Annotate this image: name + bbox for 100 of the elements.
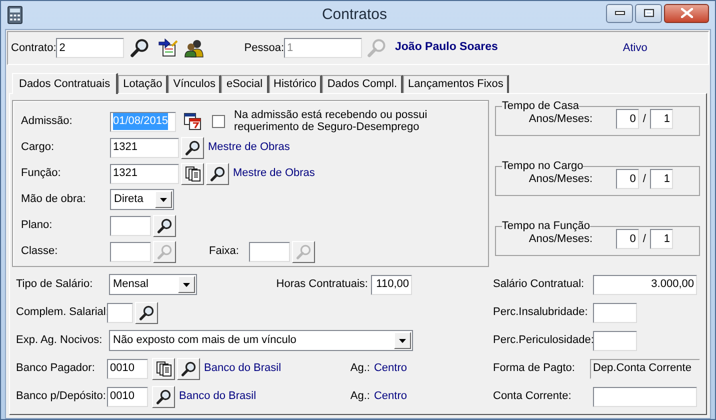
search-button[interactable]	[206, 162, 229, 184]
input-field[interactable]	[593, 386, 697, 406]
documents-icon	[184, 166, 200, 182]
field-label: Horas Contratuais:	[276, 277, 368, 292]
field-label: Plano:	[21, 218, 54, 234]
minimize-icon	[614, 11, 624, 15]
caret-icon	[399, 338, 406, 342]
field-label: Conta Corrente:	[493, 389, 572, 404]
input-field[interactable]: 1	[650, 229, 673, 249]
field-label: Anos/Meses:	[528, 232, 594, 247]
list-button[interactable]	[181, 162, 204, 184]
calculator-icon	[7, 6, 23, 24]
search-icon	[180, 360, 196, 376]
group-title: Tempo de Casa	[502, 100, 579, 112]
field-label: Banco p/Depósito:	[16, 389, 107, 404]
field-label: Classe:	[21, 244, 59, 260]
caret-icon	[183, 282, 190, 286]
minimize-button[interactable]	[606, 4, 633, 22]
search-icon	[156, 244, 172, 260]
separator-text: /	[642, 172, 646, 187]
input-field[interactable]	[107, 302, 133, 322]
link-text[interactable]: Mestre de Obras	[233, 165, 315, 182]
input-field[interactable]: 110,00	[371, 274, 412, 294]
input-field[interactable]	[110, 242, 151, 262]
status-text: Ativo	[622, 40, 648, 56]
input-field[interactable]: 1321	[110, 164, 179, 184]
input-field[interactable]: 0010	[107, 386, 148, 406]
search-icon	[138, 304, 154, 320]
input-field[interactable]	[110, 216, 151, 236]
search-button[interactable]	[181, 136, 204, 158]
input-field[interactable]	[249, 242, 290, 262]
dropdown[interactable]: Não exposto com mais de um vínculo	[109, 330, 413, 351]
maximize-icon	[644, 9, 654, 17]
link-text[interactable]: Mestre de Obras	[208, 139, 290, 156]
input-field[interactable]	[593, 330, 637, 350]
tab[interactable]: eSocial	[221, 75, 269, 93]
person-name: João Paulo Soares	[395, 40, 498, 56]
tab[interactable]: Lançamentos Fixos	[403, 75, 510, 93]
field-label: Ag.:	[350, 389, 370, 404]
search-button[interactable]	[153, 214, 176, 236]
search-icon	[296, 244, 312, 260]
search-button[interactable]	[152, 386, 175, 408]
maximize-button[interactable]	[635, 4, 662, 22]
field-label: Forma de Pagto:	[493, 361, 576, 376]
field-label: Pessoa:	[244, 40, 284, 56]
input-field[interactable]: 2	[56, 38, 124, 58]
link-text[interactable]: Centro	[374, 388, 407, 405]
documents-icon	[156, 360, 172, 376]
list-button[interactable]	[152, 358, 175, 380]
link-text[interactable]: Centro	[374, 360, 407, 377]
field-label: Complem. Salarial:	[16, 305, 107, 320]
search-icon[interactable]	[130, 38, 150, 58]
search-icon	[156, 388, 172, 404]
field-label: Ag.:	[350, 361, 370, 376]
field-label: Contrato:	[11, 40, 56, 56]
checkbox[interactable]	[212, 115, 225, 128]
readonly-field: Dep.Conta Corrente	[590, 358, 700, 378]
input-field[interactable]: 1	[650, 109, 673, 129]
tab[interactable]: Histórico	[268, 75, 322, 93]
window-title: Contratos	[320, 5, 388, 25]
tab[interactable]: Vínculos	[168, 75, 222, 93]
field-label: Anos/Meses:	[528, 172, 594, 187]
close-button[interactable]	[664, 4, 709, 22]
field-label: Anos/Meses:	[528, 112, 594, 127]
search-button[interactable]	[135, 302, 158, 324]
field-label: Exp. Ag. Nocivos:	[16, 333, 104, 348]
input-field[interactable]: 0	[616, 169, 639, 189]
link-text[interactable]: Banco do Brasil	[204, 360, 282, 377]
group-title: Tempo na Função	[502, 220, 590, 232]
tab[interactable]: Dados Contratuais	[12, 73, 118, 94]
field-label: Perc.Insalubridade:	[493, 305, 589, 320]
dropdown[interactable]: Mensal	[109, 274, 197, 295]
search-icon	[210, 166, 226, 182]
dropdown[interactable]: Direta	[110, 189, 174, 210]
field-label: Função:	[21, 166, 62, 182]
search-icon	[184, 140, 200, 156]
input-field[interactable]: 1321	[110, 138, 179, 158]
field-label: Mão de obra:	[21, 192, 87, 208]
input-field[interactable]: 0	[616, 229, 639, 249]
link-text[interactable]: Banco do Brasil	[179, 388, 256, 405]
input-field[interactable]: 0010	[107, 358, 148, 378]
input-field[interactable]: 3.000,00	[593, 274, 697, 294]
caret-icon	[160, 198, 167, 202]
field-label: Tipo de Salário:	[16, 277, 94, 292]
people-icon[interactable]	[184, 38, 204, 58]
field-label: Banco Pagador:	[16, 361, 96, 376]
input-field[interactable]	[593, 302, 637, 322]
calendar-icon[interactable]	[184, 113, 201, 130]
input-field[interactable]: 0	[616, 109, 639, 129]
field-label: Faixa:	[209, 244, 240, 260]
separator-text: /	[642, 232, 646, 247]
separator-text: /	[642, 112, 646, 127]
document-arrow-icon[interactable]	[158, 38, 178, 58]
input-field[interactable]: 1	[650, 169, 673, 189]
field-label: Admissão:	[21, 114, 74, 130]
search-button[interactable]	[177, 358, 200, 380]
tab[interactable]: Dados Compl.	[322, 75, 404, 93]
group-title: Tempo no Cargo	[502, 160, 584, 172]
search-icon	[156, 218, 172, 234]
tab[interactable]: Lotação	[118, 75, 168, 93]
